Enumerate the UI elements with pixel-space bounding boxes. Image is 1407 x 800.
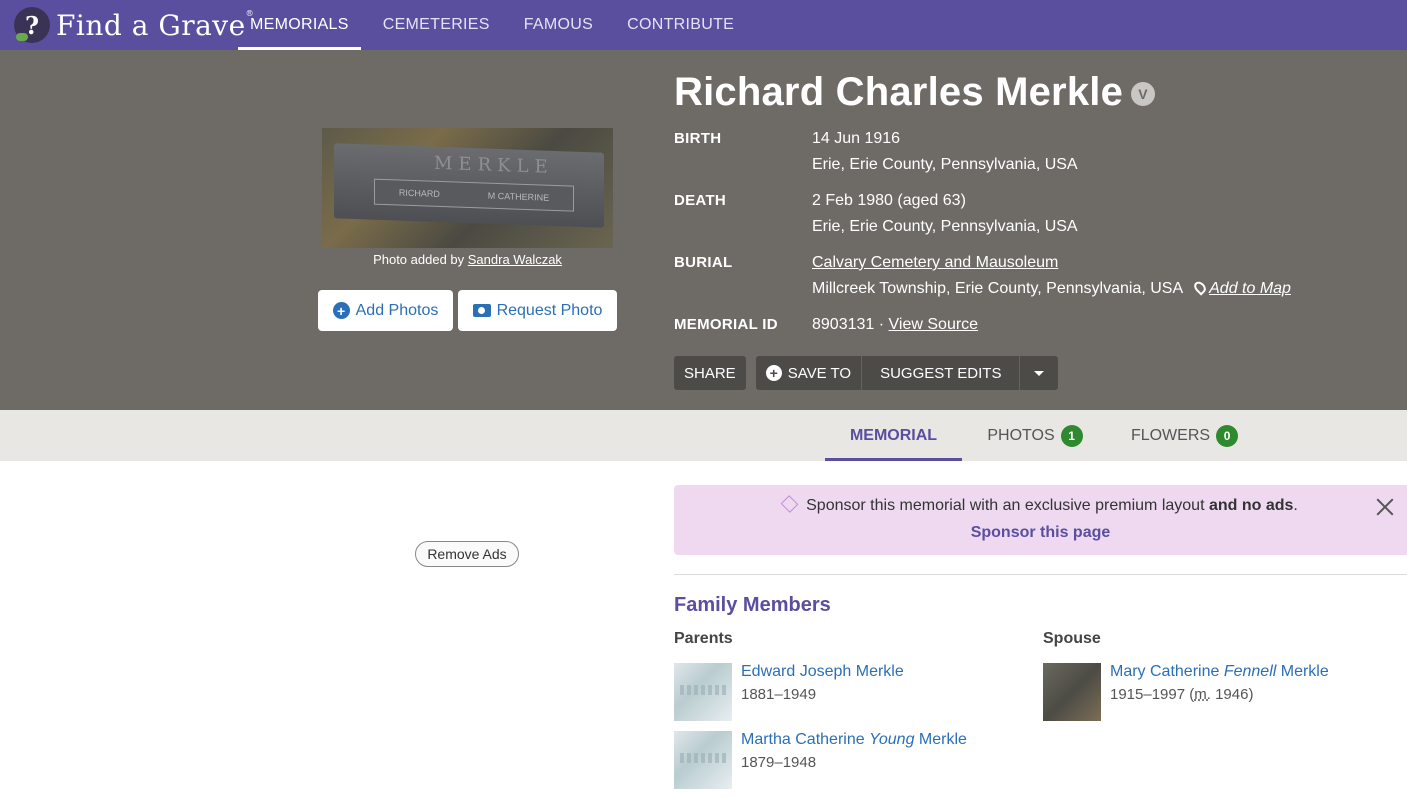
tab-flowers[interactable]: FLOWERS 0: [1122, 410, 1247, 461]
burial-label: BURIAL: [674, 254, 733, 271]
nav-memorials[interactable]: MEMORIALS: [238, 0, 361, 50]
spouse-heading: Spouse: [1043, 630, 1101, 647]
flowers-count-badge: 0: [1216, 424, 1239, 447]
mother-dates: 1879–1948: [741, 754, 817, 771]
nav-cemeteries[interactable]: CEMETERIES: [371, 0, 502, 50]
headstone-plate: RICHARD M CATHERINE: [374, 178, 574, 212]
logo-question-icon: ?: [14, 7, 50, 43]
birth-place: Erie, Erie County, Pennsylvania, USA: [812, 156, 1078, 173]
memorial-id-number: 8903131: [812, 316, 875, 333]
family-member-father: Edward Joseph Merkle 1881–1949: [674, 663, 1034, 721]
close-icon[interactable]: [1373, 495, 1397, 519]
death-place: Erie, Erie County, Pennsylvania, USA: [812, 218, 1078, 235]
plus-circle-icon: +: [332, 302, 350, 319]
verified-badge-icon[interactable]: V: [1131, 82, 1156, 107]
sponsor-page-link[interactable]: Sponsor this page: [674, 524, 1407, 542]
father-name-link[interactable]: Edward Joseph Merkle: [741, 663, 904, 681]
parents-heading: Parents: [674, 630, 733, 647]
family-member-mother: Martha Catherine Young Merkle 1879–1948: [674, 731, 1034, 789]
save-to-button[interactable]: + SAVE TO: [755, 356, 862, 390]
nav-links: MEMORIALS CEMETERIES FAMOUS CONTRIBUTE: [238, 0, 756, 50]
birth-label: BIRTH: [674, 130, 722, 147]
spouse-name-link[interactable]: Mary Catherine Fennell Merkle: [1110, 663, 1329, 681]
father-dates: 1881–1949: [741, 686, 817, 703]
memorial-header: MERKLE RICHARD M CATHERINE Photo added b…: [0, 50, 1407, 410]
find-a-grave-logo[interactable]: ? Find a Grave®: [14, 4, 254, 46]
suggest-edits-button[interactable]: SUGGEST EDITS: [861, 356, 1020, 390]
memorial-actions: SHARE + SAVE TO SUGGEST EDITS: [674, 356, 1059, 390]
top-nav: ? Find a Grave® MEMORIALS CEMETERIES FAM…: [0, 0, 1407, 50]
share-button[interactable]: SHARE: [674, 356, 746, 390]
memorial-id-value: 8903131 · View Source: [812, 316, 979, 333]
headstone-surname: MERKLE: [434, 152, 554, 178]
view-source-link[interactable]: View Source: [889, 316, 979, 333]
birth-value: 14 Jun 1916 Erie, Erie County, Pennsylva…: [812, 126, 1078, 178]
memorial-name: Richard Charles Merkle V: [674, 70, 1156, 115]
spouse-thumbnail[interactable]: [1043, 663, 1101, 721]
plus-circle-icon: +: [765, 365, 782, 381]
birth-date: 14 Jun 1916: [812, 130, 901, 147]
mother-thumbnail[interactable]: [674, 731, 732, 789]
family-member-spouse: Mary Catherine Fennell Merkle 1915–1997 …: [1043, 663, 1403, 721]
headstone: MERKLE RICHARD M CATHERINE: [334, 143, 604, 228]
burial-place: Millcreek Township, Erie County, Pennsyl…: [812, 280, 1184, 297]
headstone-photo[interactable]: MERKLE RICHARD M CATHERINE: [322, 128, 613, 248]
photos-count-badge: 1: [1060, 424, 1083, 447]
logo-text: Find a Grave®: [56, 8, 255, 42]
photo-contributor-link[interactable]: Sandra Walczak: [468, 252, 562, 267]
nav-contribute[interactable]: CONTRIBUTE: [615, 0, 746, 50]
marriage-abbr: m.: [1194, 686, 1211, 703]
add-photos-button[interactable]: + Add Photos: [318, 290, 453, 331]
sponsor-banner: Sponsor this memorial with an exclusive …: [674, 485, 1407, 555]
request-photo-button[interactable]: Request Photo: [458, 290, 617, 331]
sponsor-text: Sponsor this memorial with an exclusive …: [674, 495, 1407, 515]
camera-icon: [472, 304, 491, 317]
add-to-map-link[interactable]: Add to Map: [1209, 280, 1291, 297]
photo-caption: Photo added by Sandra Walczak: [373, 252, 562, 267]
more-actions-dropdown[interactable]: [1019, 356, 1059, 390]
tab-photos[interactable]: PHOTOS 1: [975, 410, 1095, 461]
family-members-title: Family Members: [674, 594, 831, 616]
caret-down-icon: [1034, 370, 1045, 376]
father-thumbnail[interactable]: [674, 663, 732, 721]
diamond-icon: [780, 495, 799, 513]
remove-ads-button[interactable]: Remove Ads: [415, 541, 519, 567]
divider: [674, 574, 1407, 575]
tab-memorial[interactable]: MEMORIAL: [825, 410, 962, 461]
death-value: 2 Feb 1980 (aged 63) Erie, Erie County, …: [812, 188, 1078, 240]
death-label: DEATH: [674, 192, 727, 209]
cemetery-link[interactable]: Calvary Cemetery and Mausoleum: [812, 254, 1058, 271]
burial-value: Calvary Cemetery and Mausoleum Millcreek…: [812, 250, 1291, 302]
memorial-tabs: MEMORIAL PHOTOS 1 FLOWERS 0: [0, 410, 1407, 461]
spouse-dates: 1915–1997 (m. 1946): [1110, 686, 1254, 703]
death-date: 2 Feb 1980 (aged 63): [812, 192, 966, 209]
nav-famous[interactable]: FAMOUS: [512, 0, 605, 50]
memorial-id-label: MEMORIAL ID: [674, 316, 778, 333]
mother-name-link[interactable]: Martha Catherine Young Merkle: [741, 731, 967, 749]
map-pin-icon: [1191, 279, 1209, 296]
